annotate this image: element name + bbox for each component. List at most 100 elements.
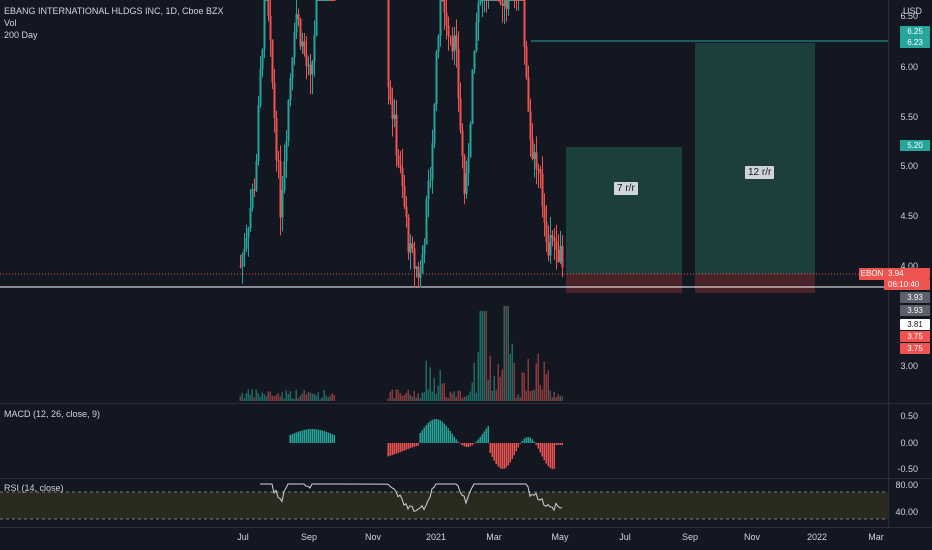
volume-bar <box>289 391 291 401</box>
candle-body <box>503 0 506 6</box>
candle-body <box>289 77 292 101</box>
target-price-tag: 5.20 <box>900 140 930 151</box>
macd-histogram-bar <box>547 443 549 467</box>
candle-body <box>461 130 464 156</box>
volume-bar <box>483 311 485 401</box>
candle-body <box>435 51 438 105</box>
candle-body <box>539 169 542 174</box>
volume-bar <box>447 398 449 401</box>
macd-histogram-bar <box>333 435 335 443</box>
volume-bar <box>241 393 243 401</box>
volume-bar <box>449 391 451 401</box>
candle-body <box>411 243 414 249</box>
macd-histogram-bar <box>519 443 521 444</box>
volume-bar <box>541 389 543 401</box>
macd-histogram-bar <box>401 443 403 452</box>
candle-body <box>471 69 474 124</box>
time-label: Mar <box>868 532 884 542</box>
long-position-stop-zone-right[interactable] <box>695 274 815 293</box>
macd-histogram-bar <box>289 435 291 443</box>
volume-bar <box>453 391 455 401</box>
macd-histogram-bar <box>399 443 401 453</box>
volume-legend[interactable]: Vol <box>4 17 17 29</box>
macd-histogram-bar <box>531 439 533 443</box>
long-position-stop-zone-left[interactable] <box>566 274 682 293</box>
macd-histogram-bar <box>323 431 325 443</box>
volume-bar <box>399 393 401 401</box>
candle-body <box>501 3 504 6</box>
volume-bar <box>503 306 505 401</box>
candle-body <box>533 152 536 160</box>
macd-histogram-bar <box>477 439 479 443</box>
rr-label-left[interactable]: 7 r/r <box>614 182 638 195</box>
candle-body <box>559 245 562 263</box>
volume-bar <box>429 367 431 401</box>
candle-body <box>245 238 248 249</box>
candle-body <box>293 32 296 58</box>
macd-histogram-bar <box>505 443 507 468</box>
candle-body <box>499 0 502 4</box>
candle-body <box>549 235 552 256</box>
pane-separator-macd[interactable] <box>0 403 932 404</box>
volume-bar <box>305 394 307 401</box>
volume-bar <box>559 395 561 401</box>
macd-histogram-bar <box>295 432 297 443</box>
chart-window[interactable]: EBANG INTERNATIONAL HLDGS INC, 1D, Cboe … <box>0 0 932 550</box>
volume-bar <box>259 396 261 401</box>
candle-body <box>495 0 498 1</box>
candle-body <box>493 0 496 1</box>
macd-histogram-bar <box>489 443 491 453</box>
price-tick: 5.50 <box>900 112 918 122</box>
volume-bar <box>333 395 335 401</box>
macd-histogram-bar <box>313 429 315 443</box>
volume-bar <box>437 385 439 401</box>
macd-histogram-bar <box>317 429 319 443</box>
candle-body <box>261 49 264 70</box>
candle-body <box>467 157 470 174</box>
macd-histogram-bar <box>301 430 303 443</box>
candle-body <box>241 253 244 267</box>
macd-legend[interactable]: MACD (12, 26, close, 9) <box>4 408 100 420</box>
rsi-legend[interactable]: RSI (14, close) <box>4 482 64 494</box>
macd-histogram-bar <box>525 437 527 443</box>
time-label: 2022 <box>806 532 828 542</box>
rr-label-right[interactable]: 12 r/r <box>745 166 775 179</box>
long-position-target-zone-right[interactable] <box>695 43 815 274</box>
volume-bar <box>477 351 479 401</box>
ma-legend[interactable]: 200 Day <box>4 29 38 41</box>
candle-body <box>291 57 294 78</box>
candle-body <box>417 266 420 278</box>
volume-bar <box>439 369 441 401</box>
pane-separator-time <box>0 527 932 528</box>
candle-body <box>317 0 320 1</box>
pane-separator-rsi[interactable] <box>0 478 932 479</box>
candle-body <box>301 41 304 47</box>
volume-bar <box>261 392 263 401</box>
rsi-band <box>0 492 888 519</box>
volume-bar <box>279 396 281 401</box>
macd-histogram-bar <box>467 443 469 447</box>
time-label: Jul <box>237 532 249 542</box>
symbol-title[interactable]: EBANG INTERNATIONAL HLDGS INC, 1D, Cboe … <box>4 5 224 17</box>
candle-body <box>311 61 314 75</box>
candle-body <box>529 111 532 140</box>
long-position-target-zone-left[interactable] <box>566 147 682 274</box>
macd-histogram-bar <box>529 437 531 443</box>
candle-body <box>523 0 526 47</box>
macd-histogram-bar <box>451 433 453 443</box>
candle-body <box>509 0 512 1</box>
price-chart-canvas[interactable] <box>0 0 932 550</box>
macd-histogram-bar <box>485 428 487 443</box>
candle-body <box>285 140 288 162</box>
macd-histogram-bar <box>521 440 523 443</box>
volume-bar <box>415 397 417 401</box>
candle-body <box>315 0 318 36</box>
volume-bar <box>413 390 415 401</box>
volume-bar <box>313 393 315 401</box>
candle-body <box>271 39 274 83</box>
candle-body <box>273 82 276 118</box>
candle-body <box>303 41 306 55</box>
macd-histogram-bar <box>545 443 547 464</box>
candle-body <box>321 0 324 1</box>
candle-body <box>403 186 406 207</box>
